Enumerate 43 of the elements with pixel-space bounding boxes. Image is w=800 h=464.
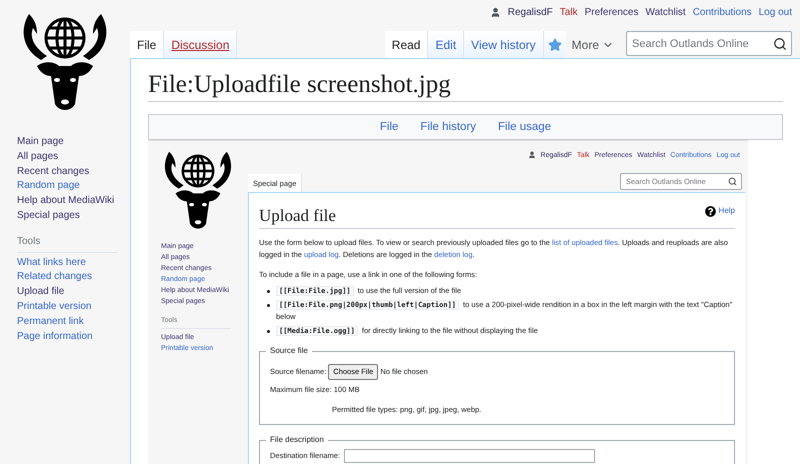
sidebar-link[interactable]: Random page (17, 179, 80, 194)
search-field[interactable]: Search Outlands Online (632, 32, 773, 55)
user-icon (490, 6, 501, 18)
sidebar-link[interactable]: Recent changes (17, 164, 90, 180)
user-icon (528, 151, 536, 159)
personal-link[interactable]: Log out (758, 6, 792, 18)
page-title: Upload file (259, 205, 336, 227)
help-link[interactable]: Help (704, 205, 735, 217)
bullet-icon (267, 304, 270, 307)
sidebar-link[interactable]: Special pages (17, 208, 80, 224)
namespace-tab[interactable]: Discussion (164, 31, 238, 58)
sidebar-link[interactable]: Main page (17, 135, 64, 150)
sidebar-link[interactable]: All pages (17, 150, 58, 165)
sidebar-link[interactable]: Page information (17, 330, 93, 344)
file-tab[interactable]: File usage (498, 121, 552, 133)
view-tab[interactable]: Edit (428, 31, 464, 58)
help-icon (704, 206, 716, 216)
sidebar-link[interactable]: Help about MediaWiki (17, 194, 114, 209)
personal-link[interactable]: RegalisdF (508, 6, 553, 18)
sidebar-link[interactable]: Upload file (17, 285, 64, 300)
bullet-icon (267, 330, 270, 333)
view-tab[interactable]: Read (384, 31, 428, 58)
search-icon[interactable] (728, 177, 737, 186)
sidebar-link[interactable]: Permanent link (17, 314, 84, 330)
sidebar-heading: Tools (17, 234, 117, 253)
personal-link[interactable]: Preferences (584, 6, 638, 18)
input-field[interactable] (344, 449, 596, 463)
bullet-icon (267, 290, 270, 293)
search-box[interactable]: Search Outlands Online (626, 31, 792, 56)
file-tab[interactable]: File history (420, 121, 476, 133)
sidebar-link[interactable]: Printable version (17, 300, 92, 315)
personal-link[interactable]: Talk (560, 6, 578, 18)
file-tab[interactable]: File (380, 121, 398, 133)
namespace-tab[interactable]: File (130, 31, 164, 58)
view-tab[interactable]: View history (464, 31, 544, 58)
sidebar-link[interactable]: Related changes (17, 270, 92, 286)
more-menu[interactable]: More (566, 31, 620, 58)
page-title: File:Uploadfile screenshot.jpg (148, 71, 783, 102)
personal-link[interactable]: Contributions (692, 6, 752, 18)
personal-link[interactable]: Watchlist (646, 6, 686, 18)
sidebar-link[interactable]: What links here (17, 256, 86, 270)
fieldset-legend: File description (266, 434, 328, 446)
search-icon[interactable] (773, 36, 787, 50)
